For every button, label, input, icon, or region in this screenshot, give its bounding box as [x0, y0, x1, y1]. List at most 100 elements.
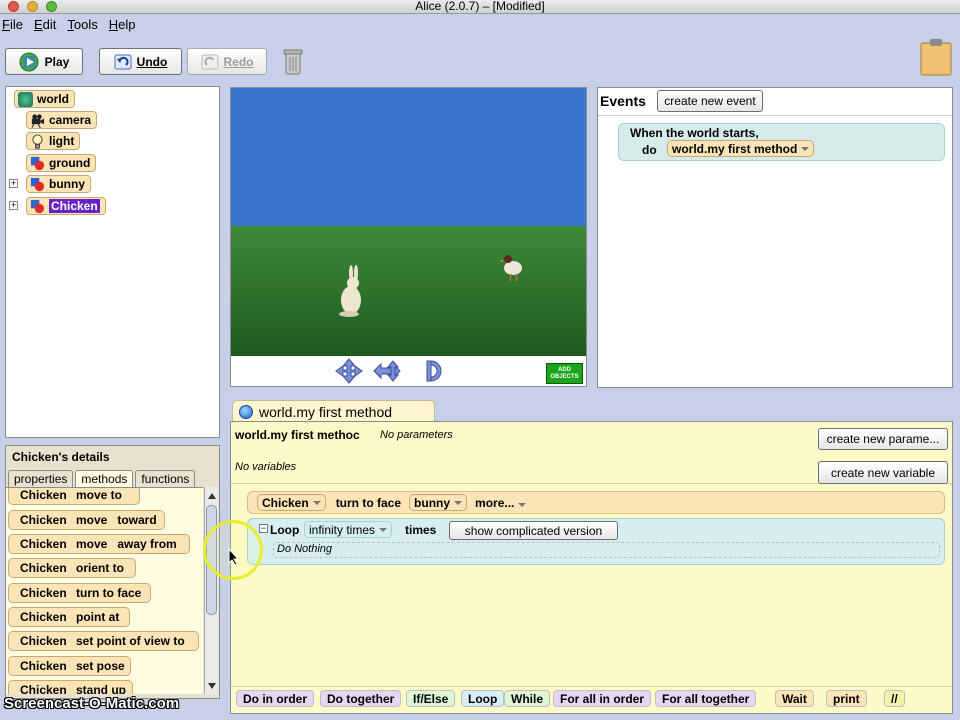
- minimize-window-icon[interactable]: [27, 1, 38, 12]
- world-icon: [18, 91, 33, 107]
- tree-item-world[interactable]: world: [14, 90, 75, 108]
- while-tile[interactable]: While: [504, 690, 550, 707]
- method-tile[interactable]: Chicken move toward: [8, 510, 165, 530]
- method-tile[interactable]: Chicken orient to: [8, 558, 136, 578]
- loop-count-dropdown[interactable]: infinity times: [304, 521, 393, 538]
- create-new-variable-button[interactable]: create new variable: [818, 461, 948, 484]
- for-all-in-order-tile[interactable]: For all in order: [553, 690, 652, 707]
- wait-tile[interactable]: Wait: [775, 690, 814, 707]
- event-when-text: When the world starts,: [630, 126, 759, 140]
- tree-item-light[interactable]: light: [26, 132, 81, 150]
- method-tile[interactable]: Chicken point at: [8, 607, 130, 627]
- stmt-object-dropdown[interactable]: Chicken: [257, 494, 326, 511]
- loop-body[interactable]: Do Nothing: [273, 542, 940, 558]
- play-button[interactable]: Play: [5, 48, 83, 75]
- do-nothing-text: Do Nothing: [277, 543, 333, 555]
- camera-icon: [31, 113, 45, 128]
- collapse-loop-icon[interactable]: −: [259, 524, 268, 533]
- method-header: world.my first methoc: [235, 428, 360, 442]
- if-else-tile[interactable]: If/Else: [406, 690, 456, 707]
- events-panel: Events create new event When the world s…: [597, 87, 953, 388]
- object-icon: [30, 199, 45, 213]
- stmt-method-name: turn to face: [335, 495, 402, 510]
- tab-methods[interactable]: methods: [75, 470, 134, 487]
- event-method-dropdown[interactable]: world.my first method: [667, 140, 815, 157]
- clipboard-icon[interactable]: [920, 38, 952, 76]
- variables-text: No variables: [235, 461, 297, 473]
- trash-icon[interactable]: [283, 48, 303, 76]
- event-do-text: do: [642, 143, 657, 157]
- loop-block[interactable]: − Loop infinity times times show complic…: [247, 518, 945, 565]
- tab-properties[interactable]: properties: [8, 470, 74, 487]
- editor-tab-label: world.my first method: [259, 403, 393, 420]
- tree-item-ground[interactable]: ground: [26, 154, 97, 172]
- stmt-target-dropdown[interactable]: bunny: [409, 494, 468, 511]
- method-editor: world.my first methoc No parameters crea…: [230, 421, 953, 714]
- parameters-text: No parameters: [380, 429, 453, 441]
- undo-icon: [114, 54, 132, 69]
- methods-scrollbar[interactable]: [204, 487, 218, 694]
- method-tile[interactable]: Chicken set pose: [8, 656, 131, 676]
- undo-button[interactable]: Undo: [99, 48, 182, 75]
- dropdown-arrow-icon: [801, 146, 810, 151]
- scene-render[interactable]: [231, 88, 586, 356]
- tree-item-bunny[interactable]: bunny: [26, 175, 91, 193]
- method-globe-icon: [239, 404, 253, 419]
- method-tile[interactable]: Chicken move away from: [8, 534, 190, 554]
- object-tree-panel: world camera light ground + bunny + Chic…: [5, 86, 220, 438]
- menu-tools[interactable]: Tools: [67, 17, 97, 32]
- method-tile[interactable]: Chicken set point of view to: [8, 631, 199, 651]
- add-objects-button[interactable]: ADD OBJECTS: [546, 363, 583, 384]
- menu-edit[interactable]: Edit: [34, 17, 56, 32]
- camera-move-controls[interactable]: [331, 358, 446, 384]
- mouse-pointer-icon: [228, 548, 240, 566]
- print-tile[interactable]: print: [826, 690, 867, 707]
- menu-bar: File Edit Tools Help: [0, 14, 960, 34]
- editor-tab[interactable]: world.my first method: [232, 400, 435, 422]
- object-icon: [30, 177, 45, 191]
- stmt-more-dropdown[interactable]: more...: [475, 496, 527, 510]
- redo-button[interactable]: Redo: [187, 48, 267, 75]
- menu-file[interactable]: File: [2, 17, 23, 32]
- method-tile[interactable]: Chicken turn to face: [8, 583, 151, 603]
- method-tile[interactable]: Chicken stand up: [8, 680, 133, 694]
- details-tabs: properties methods functions: [8, 470, 197, 487]
- play-label: Play: [44, 54, 70, 69]
- tree-item-camera[interactable]: camera: [26, 111, 98, 129]
- zoom-window-icon[interactable]: [46, 1, 57, 12]
- scroll-up-arrow-icon[interactable]: [208, 493, 216, 499]
- create-new-event-button[interactable]: create new event: [657, 90, 763, 112]
- show-complicated-version-button[interactable]: show complicated version: [449, 521, 618, 540]
- expand-chicken-icon[interactable]: +: [9, 201, 18, 210]
- tree-item-chicken[interactable]: Chicken: [26, 197, 106, 215]
- comment-tile[interactable]: //: [884, 690, 905, 707]
- play-icon: [19, 52, 39, 71]
- loop-label: Loop: [270, 523, 300, 537]
- menu-help[interactable]: Help: [109, 17, 136, 32]
- do-in-order-tile[interactable]: Do in order: [236, 690, 315, 707]
- for-all-together-tile[interactable]: For all together: [655, 690, 757, 707]
- events-title: Events: [600, 93, 646, 109]
- scene-view[interactable]: ADD OBJECTS: [230, 87, 587, 387]
- event-when-world-starts[interactable]: When the world starts, do world.my first…: [618, 123, 945, 161]
- undo-label: Undo: [136, 54, 168, 69]
- create-new-parameter-button[interactable]: create new parame...: [818, 428, 948, 450]
- details-title: Chicken's details: [12, 450, 110, 464]
- scroll-down-arrow-icon[interactable]: [208, 683, 216, 689]
- method-tile[interactable]: Chicken move to: [8, 488, 140, 505]
- watermark: Screencast-O-Matic.com: [4, 695, 180, 712]
- window-title: Alice (2.0.7) – [Modified]: [415, 0, 545, 13]
- do-together-tile[interactable]: Do together: [320, 690, 402, 707]
- redo-icon: [201, 54, 218, 69]
- statement-turn-to-face[interactable]: Chicken turn to face bunny more...: [247, 491, 945, 514]
- close-window-icon[interactable]: [8, 1, 19, 12]
- object-icon: [30, 156, 45, 170]
- loop-times-label: times: [405, 523, 437, 537]
- redo-label: Redo: [223, 54, 254, 69]
- lightbulb-icon: [32, 133, 43, 149]
- title-bar: Alice (2.0.7) – [Modified]: [0, 0, 960, 14]
- methods-list: Chicken move to Chicken move toward Chicke…: [6, 487, 203, 694]
- expand-bunny-icon[interactable]: +: [9, 179, 18, 188]
- loop-tile[interactable]: Loop: [461, 690, 505, 707]
- tab-functions[interactable]: functions: [135, 470, 196, 487]
